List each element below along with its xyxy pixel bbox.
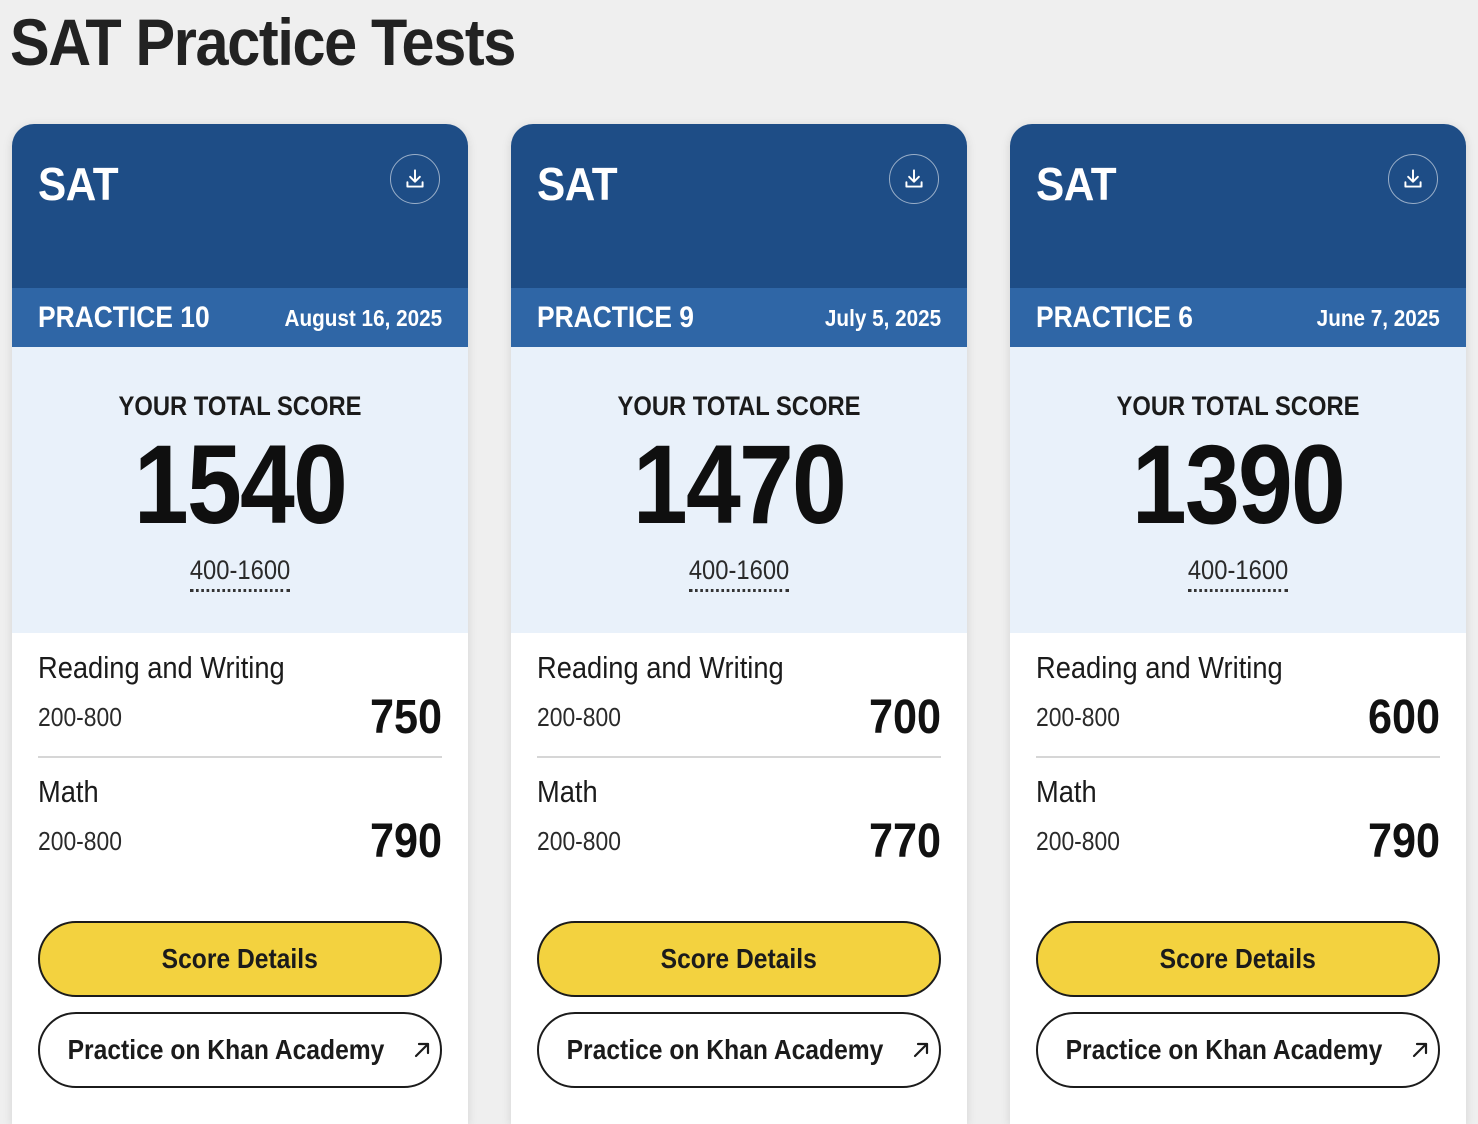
section-score: 750 bbox=[369, 691, 442, 744]
exam-name: SAT bbox=[38, 158, 119, 210]
section-reading-writing: Reading and Writing 200-800 700 bbox=[537, 644, 941, 754]
score-details-button[interactable]: Score Details bbox=[537, 921, 941, 997]
page-title: SAT Practice Tests bbox=[10, 5, 516, 79]
card-header: SAT bbox=[12, 124, 468, 288]
section-name: Math bbox=[38, 774, 99, 809]
practice-bar: PRACTICE 6 June 7, 2025 bbox=[1010, 288, 1466, 347]
khan-academy-label: Practice on Khan Academy bbox=[1065, 1034, 1383, 1065]
score-details-label: Score Details bbox=[1159, 943, 1317, 974]
practice-date: August 16, 2025 bbox=[284, 305, 442, 331]
exam-name: SAT bbox=[537, 158, 618, 210]
practice-label: PRACTICE 6 bbox=[1036, 301, 1193, 334]
section-math: Math 200-800 790 bbox=[38, 768, 442, 878]
khan-academy-label: Practice on Khan Academy bbox=[67, 1034, 385, 1065]
total-score-range[interactable]: 400-1600 bbox=[511, 553, 967, 592]
section-range: 200-800 bbox=[38, 702, 122, 732]
total-score-panel: YOUR TOTAL SCORE 1540 400-1600 bbox=[12, 347, 468, 633]
section-divider bbox=[38, 756, 442, 758]
section-range: 200-800 bbox=[38, 826, 122, 856]
section-math: Math 200-800 790 bbox=[1036, 768, 1440, 878]
section-score: 790 bbox=[369, 815, 442, 868]
total-score-caption: YOUR TOTAL SCORE bbox=[617, 391, 861, 421]
external-link-arrow-icon bbox=[1412, 1042, 1428, 1058]
section-score: 790 bbox=[1367, 815, 1440, 868]
section-range: 200-800 bbox=[537, 826, 621, 856]
section-divider bbox=[537, 756, 941, 758]
total-score-panel: YOUR TOTAL SCORE 1390 400-1600 bbox=[1010, 347, 1466, 633]
section-reading-writing: Reading and Writing 200-800 750 bbox=[38, 644, 442, 754]
section-math: Math 200-800 770 bbox=[537, 768, 941, 878]
total-score-range-label: 400-1600 bbox=[189, 553, 291, 592]
section-range: 200-800 bbox=[1036, 702, 1120, 732]
khan-academy-button[interactable]: Practice on Khan Academy bbox=[38, 1012, 442, 1088]
section-name: Math bbox=[1036, 774, 1097, 809]
external-link-arrow-icon bbox=[913, 1042, 929, 1058]
total-score-range-label: 400-1600 bbox=[1187, 553, 1289, 592]
practice-label: PRACTICE 9 bbox=[537, 301, 694, 334]
score-details-label: Score Details bbox=[161, 943, 319, 974]
practice-bar: PRACTICE 10 August 16, 2025 bbox=[12, 288, 468, 347]
download-icon bbox=[905, 169, 923, 188]
score-card: SAT PRACTICE 6 June 7, 2025 YOUR TOTAL S… bbox=[1010, 124, 1466, 1124]
exam-name: SAT bbox=[1036, 158, 1117, 210]
total-score-range-label: 400-1600 bbox=[688, 553, 790, 592]
practice-date: July 5, 2025 bbox=[824, 305, 941, 331]
score-details-button[interactable]: Score Details bbox=[38, 921, 442, 997]
download-button[interactable] bbox=[889, 154, 939, 204]
section-range: 200-800 bbox=[1036, 826, 1120, 856]
download-icon bbox=[406, 169, 424, 188]
download-icon bbox=[1404, 169, 1422, 188]
section-score: 770 bbox=[868, 815, 941, 868]
total-score-range[interactable]: 400-1600 bbox=[1010, 553, 1466, 592]
total-score-panel: YOUR TOTAL SCORE 1470 400-1600 bbox=[511, 347, 967, 633]
section-divider bbox=[1036, 756, 1440, 758]
khan-academy-label: Practice on Khan Academy bbox=[566, 1034, 884, 1065]
khan-academy-button[interactable]: Practice on Khan Academy bbox=[537, 1012, 941, 1088]
score-details-label: Score Details bbox=[660, 943, 818, 974]
practice-date: June 7, 2025 bbox=[1316, 305, 1440, 331]
practice-bar: PRACTICE 9 July 5, 2025 bbox=[511, 288, 967, 347]
section-score: 600 bbox=[1367, 691, 1440, 744]
section-name: Math bbox=[537, 774, 598, 809]
total-score-value: 1390 bbox=[1131, 422, 1346, 547]
section-range: 200-800 bbox=[537, 702, 621, 732]
total-score-caption: YOUR TOTAL SCORE bbox=[118, 391, 362, 421]
score-card: SAT PRACTICE 10 August 16, 2025 YOUR TOT… bbox=[12, 124, 468, 1124]
section-name: Reading and Writing bbox=[1036, 650, 1283, 685]
external-link-arrow-icon bbox=[414, 1042, 430, 1058]
section-score: 700 bbox=[868, 691, 941, 744]
download-button[interactable] bbox=[390, 154, 440, 204]
score-card: SAT PRACTICE 9 July 5, 2025 YOUR TOTAL S… bbox=[511, 124, 967, 1124]
card-header: SAT bbox=[511, 124, 967, 288]
total-score-value: 1470 bbox=[632, 422, 847, 547]
section-name: Reading and Writing bbox=[537, 650, 784, 685]
total-score-value: 1540 bbox=[133, 422, 348, 547]
download-button[interactable] bbox=[1388, 154, 1438, 204]
score-details-button[interactable]: Score Details bbox=[1036, 921, 1440, 997]
total-score-caption: YOUR TOTAL SCORE bbox=[1116, 391, 1360, 421]
card-header: SAT bbox=[1010, 124, 1466, 288]
total-score-range[interactable]: 400-1600 bbox=[12, 553, 468, 592]
practice-label: PRACTICE 10 bbox=[38, 301, 210, 334]
section-reading-writing: Reading and Writing 200-800 600 bbox=[1036, 644, 1440, 754]
section-name: Reading and Writing bbox=[38, 650, 285, 685]
khan-academy-button[interactable]: Practice on Khan Academy bbox=[1036, 1012, 1440, 1088]
